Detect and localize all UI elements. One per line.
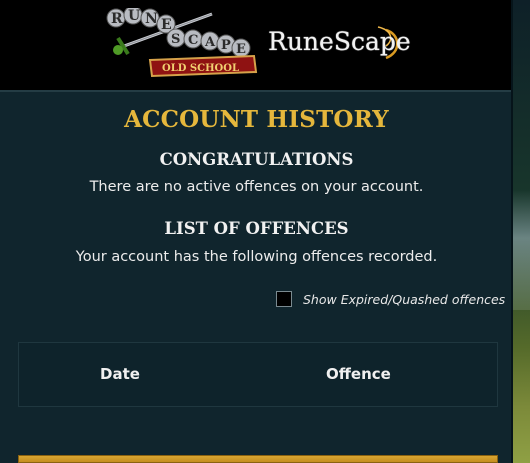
svg-text:A: A — [204, 35, 216, 50]
logo-rune-r: R — [111, 11, 123, 27]
list-of-offences-heading: LIST OF OFFENCES — [164, 219, 349, 238]
site-header: R U N E S C A P E OLD SCHOOL RuneScape — [0, 0, 511, 92]
svg-text:E: E — [236, 42, 246, 57]
account-history-panel: R U N E S C A P E OLD SCHOOL RuneScape A… — [0, 0, 513, 463]
offences-recorded-text: Your account has the following offences … — [75, 249, 438, 265]
gold-button-edge[interactable] — [18, 455, 498, 463]
svg-text:P: P — [221, 38, 231, 53]
background-sky — [513, 190, 530, 310]
congratulations-heading: CONGRATULATIONS — [159, 150, 354, 169]
old-school-runescape-logo[interactable]: R U N E S C A P E OLD SCHOOL — [104, 8, 260, 78]
logo-rune-n: N — [145, 11, 158, 27]
svg-text:C: C — [188, 33, 198, 48]
page-title: ACCOUNT HISTORY — [124, 106, 389, 133]
background-scenery — [513, 0, 530, 463]
runescape-logo[interactable]: RuneScape — [268, 24, 411, 64]
svg-text:S: S — [171, 32, 180, 47]
offences-table: Date Offence — [18, 342, 498, 407]
show-expired-checkbox[interactable] — [276, 291, 292, 307]
show-expired-label[interactable]: Show Expired/Quashed offences — [303, 292, 505, 307]
no-active-offences-text: There are no active offences on your acc… — [89, 179, 424, 195]
column-header-date: Date — [100, 365, 140, 383]
show-expired-toggle[interactable]: Show Expired/Quashed offences — [276, 288, 505, 310]
old-school-banner-text: OLD SCHOOL — [162, 63, 239, 74]
logo-rune-u: U — [128, 8, 140, 24]
runescape-logo-text: RuneScape — [268, 27, 411, 56]
column-header-offence: Offence — [326, 365, 391, 383]
